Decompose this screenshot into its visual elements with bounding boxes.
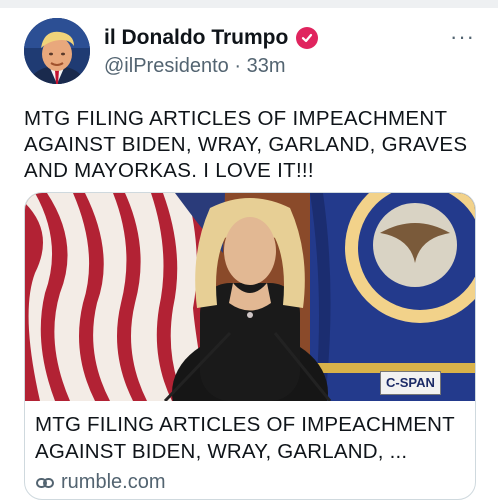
author-handle[interactable]: @ilPresidento	[104, 55, 229, 78]
card-domain: rumble.com	[61, 471, 166, 493]
link-preview-card[interactable]: C-SPAN MTG FILING ARTICLES OF IMPEACHMEN…	[24, 192, 476, 500]
author-display-name[interactable]: il Donaldo Trumpo	[104, 26, 288, 50]
card-title[interactable]: MTG FILING ARTICLES OF IMPEACHMENT AGAIN…	[35, 411, 465, 465]
cspan-watermark: C-SPAN	[380, 371, 441, 395]
tweet-text: MTG FILING ARTICLES OF IMPEACHMENT AGAIN…	[24, 107, 468, 182]
link-icon	[36, 477, 54, 488]
top-divider	[0, 0, 498, 8]
verified-badge-icon	[296, 27, 319, 49]
author-meta: @ilPresidento · 33m	[104, 55, 286, 78]
more-options-icon[interactable]: ···	[450, 24, 475, 50]
tweet-timestamp[interactable]: 33m	[247, 55, 286, 78]
meta-separator: ·	[234, 55, 242, 77]
card-domain-row[interactable]: rumble.com	[35, 471, 165, 494]
card-image[interactable]	[25, 193, 475, 453]
avatar[interactable]	[24, 18, 90, 84]
author-name-row[interactable]: il Donaldo Trumpo	[104, 26, 319, 50]
